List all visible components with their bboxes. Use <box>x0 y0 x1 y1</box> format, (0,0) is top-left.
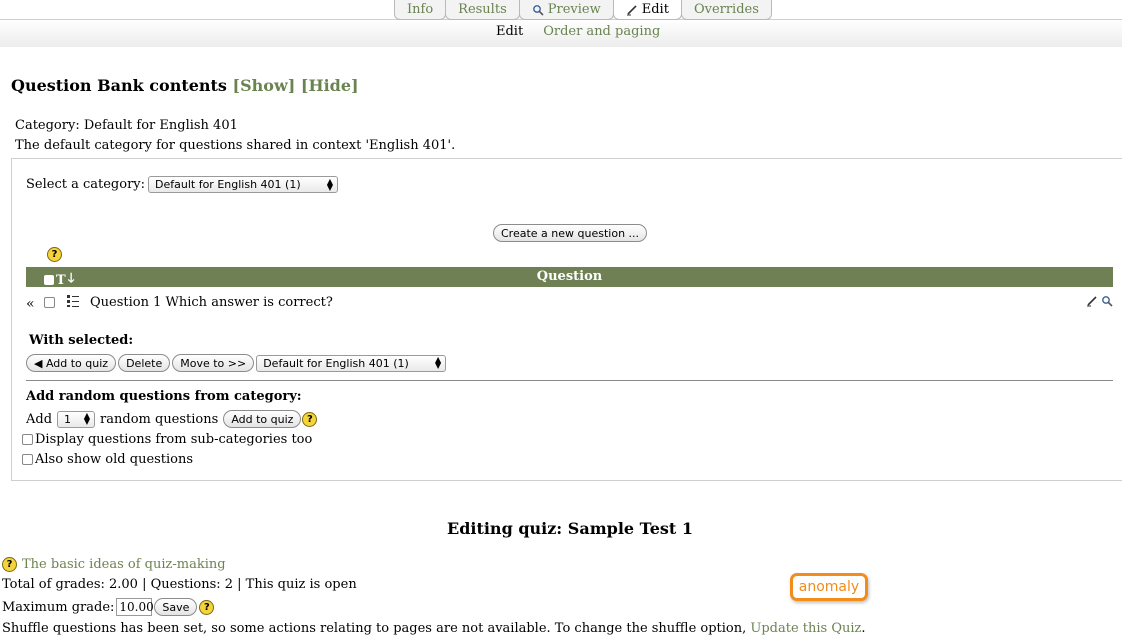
maximum-grade-row: Maximum grade: 10.00 Save ? <box>2 598 215 616</box>
subtab-order-and-paging[interactable]: Order and paging <box>543 24 660 39</box>
move-category-select[interactable]: Default for English 401 (1) ▲ ▼ <box>256 354 447 372</box>
select-category-row: Select a category: Default for English 4… <box>26 176 339 193</box>
question-table-header: T 🡓 Question <box>26 267 1113 288</box>
maximum-grade-input[interactable]: 10.00 <box>116 598 154 616</box>
add-random-button[interactable]: Add to quiz <box>223 410 302 428</box>
tab-results[interactable]: Results <box>445 0 520 20</box>
magnifier-icon <box>532 4 544 16</box>
anomaly-badge: anomaly <box>790 573 868 601</box>
select-category-label: Select a category: <box>26 177 146 192</box>
category-line: Category: Default for English 401 <box>15 118 238 133</box>
maximum-grade-label: Maximum grade: <box>2 599 115 615</box>
question-text: Question 1 Which answer is correct? <box>90 295 333 310</box>
question-column-header[interactable]: Question <box>26 269 1113 284</box>
show-link[interactable]: [Show] <box>233 76 296 95</box>
subcategories-option: Display questions from sub-categories to… <box>22 432 312 447</box>
category-description: The default category for questions share… <box>15 138 456 153</box>
question-actions <box>1086 295 1113 307</box>
shuffle-notice: Shuffle questions has been set, so some … <box>2 621 866 636</box>
edit-pencil-icon[interactable] <box>1086 295 1098 307</box>
move-category-value: Default for English 401 (1) <box>263 356 409 370</box>
select-arrows-icon: ▲ ▼ <box>435 355 442 370</box>
basic-ideas-link[interactable]: The basic ideas of quiz-making <box>22 557 226 572</box>
delete-button[interactable]: Delete <box>118 354 171 372</box>
add-to-quiz-button[interactable]: ◀ Add to quiz <box>26 354 117 372</box>
subcategories-label: Display questions from sub-categories to… <box>35 432 313 447</box>
add-label: Add <box>26 411 53 427</box>
category-select[interactable]: Default for English 401 (1) ▲ ▼ <box>148 176 339 193</box>
tab-overrides-label: Overrides <box>693 2 759 17</box>
old-questions-checkbox[interactable] <box>22 454 33 465</box>
preview-magnifier-icon[interactable] <box>1101 295 1113 307</box>
quiz-totals: Total of grades: 2.00 | Questions: 2 | T… <box>2 577 357 592</box>
multichoice-type-icon <box>67 295 79 307</box>
basic-ideas-row: ? The basic ideas of quiz-making <box>2 557 226 572</box>
select-arrows-icon: ▲ ▼ <box>83 411 91 426</box>
tab-overrides[interactable]: Overrides <box>680 0 772 20</box>
table-row: « Question 1 Which answer is correct? <box>26 294 1113 314</box>
with-selected-controls: ◀ Add to quiz Delete Move to >> Default … <box>26 354 447 372</box>
add-random-row: Add 1 ▲ ▼ random questions Add to quiz ? <box>26 410 318 428</box>
random-count-value: 1 <box>64 412 72 426</box>
shuffle-end: . <box>861 621 866 636</box>
tab-info[interactable]: Info <box>394 0 447 20</box>
question-checkbox[interactable] <box>44 297 55 308</box>
tab-row: Info Results Preview Edit Overrides <box>394 0 772 20</box>
move-to-button[interactable]: Move to >> <box>172 354 255 372</box>
help-icon[interactable]: ? <box>47 247 62 262</box>
tab-edit-label: Edit <box>641 2 669 17</box>
with-selected-label: With selected: <box>29 333 134 348</box>
subcategories-checkbox[interactable] <box>22 434 33 445</box>
old-questions-option: Also show old questions <box>22 452 193 467</box>
tab-info-label: Info <box>407 2 434 17</box>
category-info: Category: Default for English 401 The de… <box>15 116 455 156</box>
help-icon[interactable]: ? <box>199 599 215 615</box>
subtab-row: Edit Order and paging <box>496 24 660 39</box>
question-bank-title: Question Bank contents [Show] [Hide] <box>11 76 359 95</box>
random-questions-label: random questions <box>100 411 219 427</box>
hide-link[interactable]: [Hide] <box>301 76 359 95</box>
divider <box>26 380 1113 381</box>
create-question-button[interactable]: Create a new question ... <box>493 224 648 242</box>
save-button[interactable]: Save <box>154 598 198 616</box>
help-icon[interactable]: ? <box>2 557 17 572</box>
old-questions-label: Also show old questions <box>35 452 194 467</box>
random-count-select[interactable]: 1 ▲ ▼ <box>57 410 96 428</box>
category-select-value: Default for English 401 (1) <box>155 178 301 191</box>
shuffle-text: Shuffle questions has been set, so some … <box>2 621 751 636</box>
tab-preview-label: Preview <box>547 2 601 17</box>
editing-quiz-title: Editing quiz: Sample Test 1 <box>447 519 693 538</box>
pencil-icon <box>626 4 637 15</box>
subtab-edit[interactable]: Edit <box>496 24 523 39</box>
tab-preview[interactable]: Preview <box>518 0 614 20</box>
add-to-quiz-icon[interactable]: « <box>26 296 35 312</box>
tab-edit[interactable]: Edit <box>612 0 682 20</box>
update-quiz-link[interactable]: Update this Quiz <box>750 621 861 636</box>
tab-results-label: Results <box>458 2 507 17</box>
help-icon[interactable]: ? <box>302 411 318 427</box>
question-bank-title-text: Question Bank contents <box>11 76 227 95</box>
select-arrows-icon: ▲ ▼ <box>326 176 334 192</box>
add-random-title: Add random questions from category: <box>26 389 302 404</box>
